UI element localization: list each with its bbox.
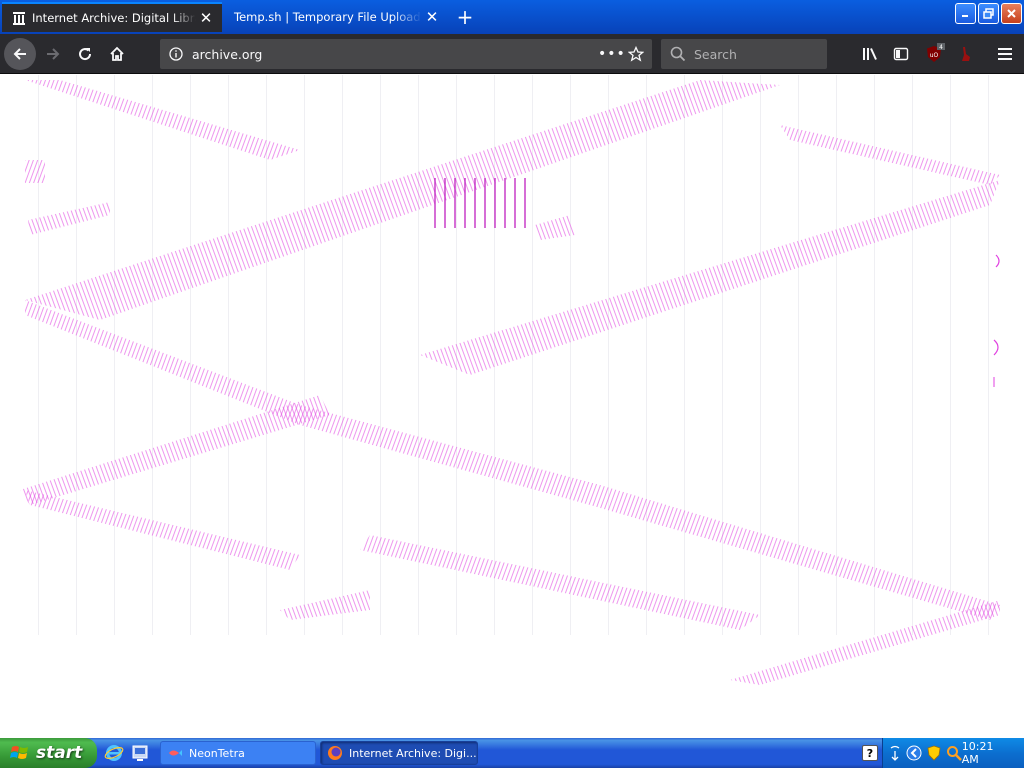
quick-launch	[104, 743, 150, 763]
window-close-icon[interactable]	[1001, 3, 1022, 24]
tab-title: Temp.sh | Temporary File Upload	[234, 10, 421, 24]
forward-arrow-icon[interactable]	[38, 39, 68, 69]
tab-title: Internet Archive: Digital Library of Fre…	[32, 11, 196, 25]
rendering-artifact-pattern	[20, 75, 1000, 685]
bookmark-star-icon[interactable]	[624, 46, 648, 62]
svg-text:uO: uO	[930, 52, 939, 59]
ublock-origin-icon[interactable]: uO 4	[922, 42, 946, 66]
taskbar-item-label: NeonTetra	[189, 746, 245, 760]
window-controls	[955, 3, 1022, 24]
clock: 10:21 AM	[961, 740, 994, 766]
tab-strip: Internet Archive: Digital Library of Fre…	[0, 0, 1024, 34]
navigation-toolbar: archive.org ••• Search uO 4	[0, 34, 1024, 74]
extension-red-icon[interactable]	[954, 42, 978, 66]
library-icon[interactable]	[858, 42, 882, 66]
taskbar-item-label: Internet Archive: Digi...	[349, 746, 477, 760]
start-label: start	[36, 743, 83, 763]
search-bar[interactable]: Search	[661, 39, 827, 69]
page-content-area[interactable]	[0, 75, 1024, 738]
show-desktop-icon[interactable]	[130, 743, 150, 763]
start-button[interactable]: start	[0, 738, 97, 768]
search-magnifier-icon[interactable]	[946, 745, 962, 761]
internet-explorer-icon[interactable]	[104, 743, 124, 763]
taskbar: start NeonTetra Internet Archive: Digi..…	[0, 738, 1024, 768]
hamburger-menu-icon[interactable]	[993, 42, 1017, 66]
security-shield-icon[interactable]	[926, 745, 941, 761]
tab-internet-archive[interactable]: Internet Archive: Digital Library of Fre…	[2, 2, 222, 32]
home-icon[interactable]	[102, 39, 132, 69]
search-placeholder[interactable]: Search	[694, 47, 737, 62]
url-bar[interactable]: archive.org •••	[160, 39, 652, 69]
back-arrow-icon[interactable]	[4, 38, 36, 70]
page-actions-menu-icon[interactable]: •••	[598, 46, 625, 62]
firefox-icon	[328, 746, 342, 760]
ublock-badge-count: 4	[939, 44, 943, 51]
internet-archive-favicon-icon	[12, 11, 26, 25]
chevron-left-icon[interactable]	[906, 745, 922, 761]
taskbar-item-internet-archive[interactable]: Internet Archive: Digi...	[320, 741, 478, 765]
restore-icon[interactable]	[978, 3, 999, 24]
sidebar-toggle-icon[interactable]	[889, 42, 913, 66]
help-icon[interactable]: ?	[862, 745, 878, 761]
tab-close-icon[interactable]: ✕	[196, 8, 216, 28]
windows-flag-icon	[10, 746, 28, 759]
system-tray: 10:21 AM	[882, 738, 1024, 768]
site-info-icon[interactable]	[168, 46, 184, 62]
reload-icon[interactable]	[70, 39, 100, 69]
minimize-icon[interactable]	[955, 3, 976, 24]
search-icon	[670, 46, 686, 62]
new-tab-plus-icon[interactable]: +	[452, 4, 478, 30]
taskbar-item-neontetra[interactable]: NeonTetra	[160, 741, 316, 765]
tab-temp-sh[interactable]: Temp.sh | Temporary File Upload ✕	[224, 2, 448, 32]
fish-icon	[169, 750, 182, 756]
network-icon[interactable]	[887, 745, 902, 761]
url-text[interactable]: archive.org	[192, 47, 598, 62]
tab-close-icon[interactable]: ✕	[422, 7, 442, 27]
